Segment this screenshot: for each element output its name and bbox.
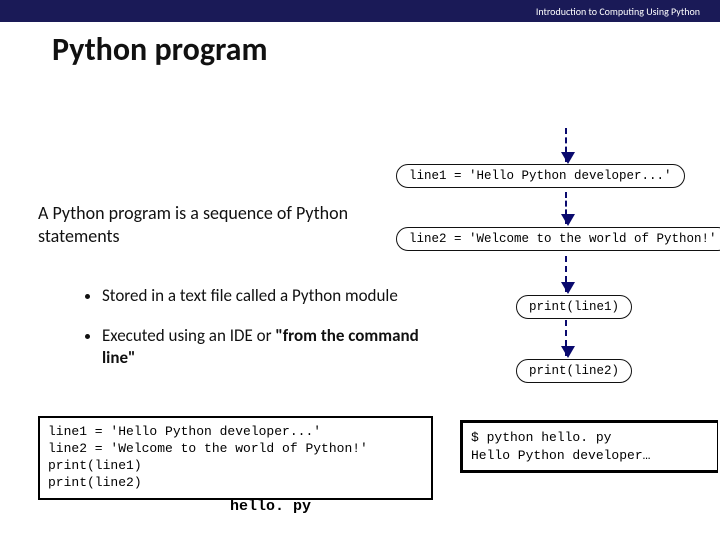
terminal-line-2: Hello Python developer… — [471, 447, 709, 465]
bullet-item-1: Stored in a text file called a Python mo… — [102, 285, 422, 307]
program-line-4: print(line2) — [48, 475, 423, 492]
terminal-output-box: $ python hello. py Hello Python develope… — [460, 420, 718, 473]
course-header: Introduction to Computing Using Python — [0, 0, 720, 22]
flow-step-4: print(line2) — [516, 359, 632, 383]
program-line-1: line1 = 'Hello Python developer...' — [48, 424, 423, 441]
program-line-3: print(line1) — [48, 458, 423, 475]
terminal-line-1: $ python hello. py — [471, 429, 709, 447]
bullet-list: Stored in a text file called a Python mo… — [62, 285, 422, 387]
flow-arrow-4 — [565, 320, 567, 356]
flow-step-1: line1 = 'Hello Python developer...' — [396, 164, 685, 188]
program-line-2: line2 = 'Welcome to the world of Python!… — [48, 441, 423, 458]
program-filename: hello. py — [230, 498, 311, 515]
flow-step-2: line2 = 'Welcome to the world of Python!… — [396, 227, 720, 251]
flow-arrow-3 — [565, 256, 567, 292]
flow-step-3: print(line1) — [516, 295, 632, 319]
course-title: Introduction to Computing Using Python — [536, 5, 700, 18]
bullet-item-2: Executed using an IDE or "from the comma… — [102, 325, 422, 369]
slide-title: Python program — [52, 30, 267, 69]
flow-arrow-2 — [565, 192, 567, 224]
flow-arrow-1 — [565, 128, 567, 162]
lead-paragraph: A Python program is a sequence of Python… — [38, 202, 358, 247]
bullet-2-text: Executed using an IDE or — [102, 325, 275, 346]
program-source-box: line1 = 'Hello Python developer...' line… — [38, 416, 433, 500]
